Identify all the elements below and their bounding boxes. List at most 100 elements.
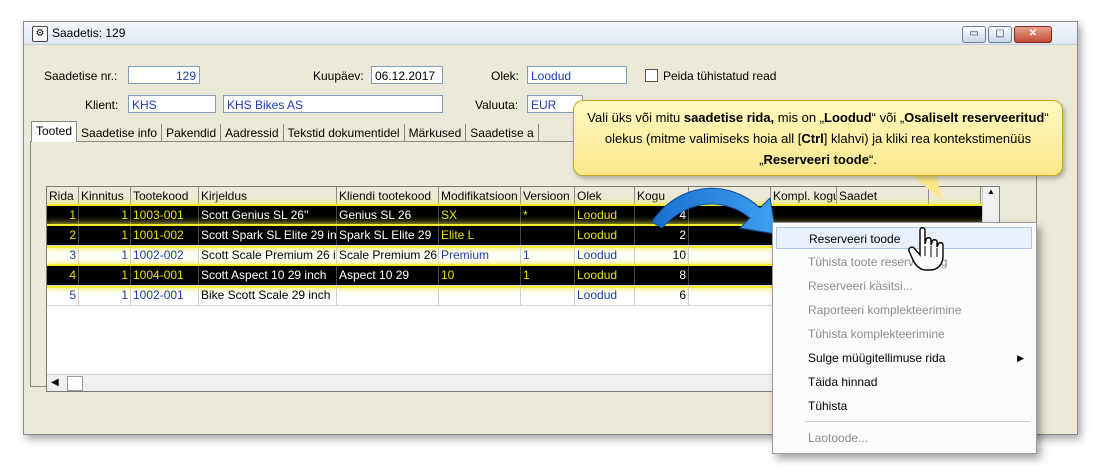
shipment-no-field[interactable]: 129 bbox=[128, 66, 200, 84]
status-label: Olek: bbox=[491, 69, 520, 83]
currency-label: Valuuta: bbox=[475, 98, 519, 112]
hand-cursor-icon bbox=[908, 227, 944, 271]
cell-kogus: 8 bbox=[635, 266, 689, 285]
cell-olek: Loodud bbox=[575, 206, 635, 225]
status-field[interactable]: Loodud bbox=[527, 66, 627, 84]
callout-bold: Reserveeri toode bbox=[763, 152, 869, 167]
callout-text: “. bbox=[868, 152, 877, 167]
cell-olek: Loodud bbox=[575, 266, 635, 285]
title-bar[interactable]: ⚙ Saadetis: 129 ▭ ▢ ✕ bbox=[24, 22, 1077, 45]
column-header-6[interactable]: Versioon bbox=[521, 187, 575, 205]
cell-rida: 5 bbox=[47, 286, 79, 305]
column-header-3[interactable]: Kirjeldus bbox=[199, 187, 337, 205]
cell-versioon: 1 bbox=[521, 266, 575, 285]
tab-5[interactable]: Märkused bbox=[405, 124, 467, 142]
cell-versioon: 1 bbox=[521, 246, 575, 265]
callout-bold: Ctrl bbox=[801, 131, 824, 146]
menu-item-label: Raporteeri komplekteerimine bbox=[808, 303, 962, 317]
menu-item-7[interactable]: Tühista bbox=[776, 395, 1032, 417]
column-header-5[interactable]: Modifikatsioon bbox=[439, 187, 521, 205]
context-menu: Reserveeri toode Tühista toote reserveeri… bbox=[772, 222, 1037, 454]
cell-modifikatsioon: SX bbox=[439, 206, 521, 225]
cell-kirjeldus: Scott Aspect 10 29 inch bbox=[199, 266, 337, 285]
cell-kinnitus: 1 bbox=[79, 286, 131, 305]
menu-item-2[interactable]: Reserveeri käsitsi... bbox=[776, 275, 1032, 297]
callout-bold: Loodud bbox=[824, 110, 872, 125]
cell-kirjeldus: Scott Spark SL Elite 29 inch bbox=[199, 226, 337, 245]
tab-6[interactable]: Saadetise a bbox=[466, 124, 539, 142]
cell-versioon bbox=[521, 286, 575, 305]
close-button[interactable]: ✕ bbox=[1014, 26, 1052, 43]
cell-kirjeldus: Scott Scale Premium 26 inch bbox=[199, 246, 337, 265]
column-header-7[interactable]: Olek bbox=[575, 187, 635, 205]
column-header-4[interactable]: Kliendi tootekood bbox=[337, 187, 439, 205]
pointer-arrow-icon bbox=[651, 187, 777, 235]
cell-rida: 1 bbox=[47, 206, 79, 225]
tab-1[interactable]: Saadetise info bbox=[77, 124, 163, 142]
cell-modifikatsioon: Premium bbox=[439, 246, 521, 265]
menu-item-6[interactable]: Täida hinnad bbox=[776, 371, 1032, 393]
cell-kinnitus: 1 bbox=[79, 266, 131, 285]
scroll-thumb[interactable] bbox=[67, 376, 83, 391]
shipment-no-label: Saadetise nr.: bbox=[44, 69, 118, 83]
cell-kinnitus: 1 bbox=[79, 226, 131, 245]
column-header-1[interactable]: Kinnitus bbox=[79, 187, 131, 205]
cell-modifikatsioon: 10 bbox=[439, 266, 521, 285]
tab-4[interactable]: Tekstid dokumentidel bbox=[284, 124, 405, 142]
menu-item-label: Reserveeri käsitsi... bbox=[808, 279, 913, 293]
menu-item-0[interactable]: Reserveeri toode bbox=[776, 227, 1032, 249]
cell-kinnitus: 1 bbox=[79, 246, 131, 265]
column-header-2[interactable]: Tootekood bbox=[131, 187, 199, 205]
cell-rida: 2 bbox=[47, 226, 79, 245]
tab-2[interactable]: Pakendid bbox=[162, 124, 222, 142]
cell-kirjeldus: Bike Scott Scale 29 inch bbox=[199, 286, 337, 305]
cell-rida: 3 bbox=[47, 246, 79, 265]
column-header-0[interactable]: Rida bbox=[47, 187, 79, 205]
cell-kliendi: Scale Premium 26 bbox=[337, 246, 439, 265]
column-header-11[interactable]: Saadet bbox=[837, 187, 929, 205]
menu-item-3[interactable]: Raporteeri komplekteerimine bbox=[776, 299, 1032, 321]
client-label: Klient: bbox=[85, 98, 119, 112]
menu-item-label: Sulge müügitellimuse rida bbox=[808, 351, 946, 365]
callout-text: “ või „ bbox=[871, 110, 905, 125]
cell-rida: 4 bbox=[47, 266, 79, 285]
cell-kogus: 10 bbox=[635, 246, 689, 265]
client-name-field[interactable]: KHS Bikes AS bbox=[223, 95, 443, 113]
menu-item-label: Laotoode... bbox=[808, 431, 869, 445]
menu-item-label: Täida hinnad bbox=[808, 375, 878, 389]
menu-separator bbox=[805, 421, 1030, 422]
cell-tootekood: 1002-002 bbox=[131, 246, 199, 265]
cell-tootekood: 1004-001 bbox=[131, 266, 199, 285]
maximize-button[interactable]: ▢ bbox=[988, 26, 1012, 43]
callout-text: Vali üks või mitu bbox=[587, 110, 684, 125]
client-code-field[interactable]: KHS bbox=[128, 95, 216, 113]
tab-strip: Tooted Saadetise info Pakendid Aadressid Tek… bbox=[31, 121, 539, 142]
hide-deleted-label: Peida tühistatud read bbox=[663, 69, 777, 83]
cell-modifikatsioon bbox=[439, 286, 521, 305]
menu-item-8[interactable]: Laotoode... bbox=[776, 427, 1032, 449]
callout-bold: saadetise rida, bbox=[683, 110, 775, 125]
minimize-button[interactable]: ▭ bbox=[962, 26, 986, 43]
menu-item-1[interactable]: Tühista toote reserveering bbox=[776, 251, 1032, 273]
submenu-arrow-icon: ▶ bbox=[1017, 353, 1024, 363]
hide-deleted-checkbox[interactable] bbox=[645, 69, 658, 82]
tab-3[interactable]: Aadressid bbox=[221, 124, 284, 142]
cell-kirjeldus: Scott Genius SL 26'' bbox=[199, 206, 337, 225]
cell-kliendi bbox=[337, 286, 439, 305]
menu-item-4[interactable]: Tühista komplekteerimine bbox=[776, 323, 1032, 345]
cell-kogus: 6 bbox=[635, 286, 689, 305]
tab-0[interactable]: Tooted bbox=[31, 121, 78, 142]
cell-olek: Loodud bbox=[575, 246, 635, 265]
date-field[interactable]: 06.12.2017 bbox=[371, 66, 443, 84]
menu-item-label: Tühista komplekteerimine bbox=[808, 327, 945, 341]
cell-kliendi: Aspect 10 29 bbox=[337, 266, 439, 285]
scroll-left-icon[interactable]: ◀ bbox=[51, 377, 59, 388]
callout-bold: Osaliselt reserveeritud bbox=[904, 110, 1045, 125]
cell-tootekood: 1003-001 bbox=[131, 206, 199, 225]
menu-item-5[interactable]: Sulge müügitellimuse rida ▶ bbox=[776, 347, 1032, 369]
date-label: Kuupäev: bbox=[313, 69, 364, 83]
scroll-up-icon[interactable]: ▲ bbox=[987, 187, 995, 196]
cell-modifikatsioon: Elite L bbox=[439, 226, 521, 245]
instruction-callout: Vali üks või mitu saadetise rida, mis on… bbox=[573, 100, 1063, 176]
menu-item-label: Reserveeri toode bbox=[809, 232, 901, 246]
